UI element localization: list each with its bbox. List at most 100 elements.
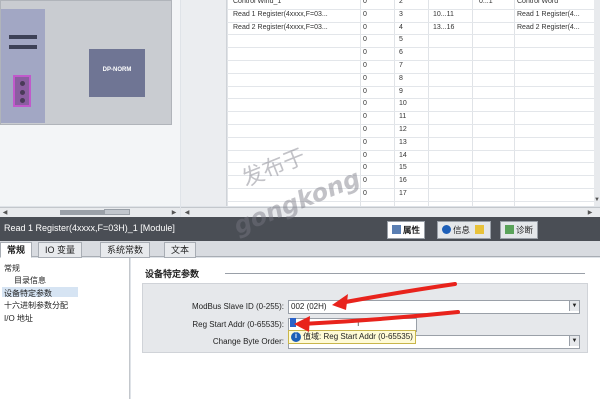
table-cell: 0 [363,177,367,185]
table-cell [517,137,597,150]
table-cell: Read 2 Register(4... [517,23,580,31]
table-row[interactable]: 0 10 [227,98,600,113]
table-cell [517,86,597,99]
tab-info[interactable]: 信息 [437,221,492,239]
table-row[interactable]: 0 13 [227,137,600,151]
diagnostics-icon [505,225,514,234]
table-cell [479,150,515,163]
subtab-io-vars[interactable]: IO 变量 [38,242,83,258]
ibeam-cursor-icon: I [357,318,360,328]
properties-icon [392,225,401,234]
scroll-left-icon[interactable]: ◀ [183,209,191,217]
table-row[interactable]: 0 12 [227,124,600,138]
nav-item-hex-params[interactable]: 十六进制参数分配 [4,300,68,311]
slave-id-label: ModBus Slave ID (0-255): [191,302,284,311]
section-divider [225,273,585,274]
scroll-left-icon[interactable]: ◀ [1,209,9,217]
table-cell [433,47,473,60]
scroll-right-icon[interactable]: ▶ [170,209,178,217]
table-cell [517,34,597,47]
nav-item-device-params[interactable]: 设备特定参数 [4,288,52,299]
module-slot-bar [9,35,37,39]
slave-id-dropdown[interactable]: 002 (02H) ▼ [288,300,580,314]
table-cell [433,60,473,73]
table-row[interactable]: 07 [227,60,600,74]
table-cell: 10 [399,100,407,108]
table-cell: 0 [363,100,367,108]
table-row[interactable]: 0 16 [227,175,600,189]
table-cell [479,86,515,99]
chevron-down-icon[interactable]: ▼ [569,336,579,346]
nav-item-catalog-info[interactable]: 目录信息 [14,275,46,286]
table-row[interactable]: 09 [227,86,600,100]
table-cell [517,111,597,124]
reg-start-label: Reg Start Addr (0-65535): [192,320,284,329]
table-row[interactable]: 0 11 [227,111,600,125]
table-cell: 0 [363,151,367,159]
table-cell [479,34,515,47]
table-row[interactable]: 05 [227,34,600,49]
table-cell [479,47,515,60]
table-row[interactable]: Read 2 Register(4xxxx,F=03... 0 4 13...16 Re… [227,22,600,36]
table-hscroll[interactable]: ◀ ▶ [181,207,600,217]
subtab-text[interactable]: 文本 [164,242,197,258]
table-cell [517,162,597,175]
table-cell: 0 [363,36,367,44]
nav-item-io-address[interactable]: I/O 地址 [4,313,33,324]
table-cell: Read 1 Register(4xxxx,F=03... [233,10,328,18]
input-tooltip: i 值域: Reg Start Addr (0-65535) [288,330,416,344]
table-cell [479,162,515,175]
module-slot-bar [9,45,37,49]
nav-item-general[interactable]: 常规 [4,263,20,274]
dp-connector[interactable] [13,75,31,107]
tab-properties[interactable]: 属性 [387,221,426,239]
text-cursor [290,318,296,327]
table-cell [517,175,597,188]
table-cell [233,47,357,60]
subtab-general[interactable]: 常规 [0,242,33,258]
subtab-system-constants[interactable]: 系统常数 [100,242,151,258]
table-cell: 0 [363,74,367,82]
table-row[interactable]: Read 1 Register(4xxxx,F=03... 0 3 10...11 Re… [227,9,600,23]
table-cell: 13 [399,138,407,146]
table-row-header [181,0,227,206]
device-rack[interactable]: DP-NORM [0,0,172,125]
module-label: DP-NORM [102,67,132,73]
scroll-right-icon[interactable]: ▶ [586,209,594,217]
table-cell [233,137,357,150]
table-cell [517,60,597,73]
tab-properties-label: 属性 [403,225,421,235]
table-cell [517,188,597,201]
table-row[interactable]: 0 17 [227,188,600,202]
table-cell: 13...16 [433,23,455,31]
table-cell [233,34,357,47]
tab-diagnostics[interactable]: 诊断 [500,221,539,239]
table-cell [479,188,515,201]
table-cell [479,73,515,86]
zoom-slider[interactable] [104,209,130,215]
table-cell [479,124,515,137]
table-row[interactable]: 06 [227,47,600,61]
table-cell [233,111,357,124]
dp-norm-module[interactable]: DP-NORM [89,49,145,97]
table-cell: Control Wind_1 [233,0,282,5]
table-cell: 0 [363,87,367,95]
table-cell [233,150,357,163]
table-row[interactable]: 0 15 [227,162,600,177]
table-cell [479,175,515,188]
table-vscroll[interactable]: ▼ [594,0,600,206]
table-cell: 0 [363,0,367,5]
table-cell [517,47,597,60]
table-cell: 12 [399,126,407,133]
table-cell [233,98,357,111]
table-cell: 5 [399,36,403,44]
table-row[interactable]: 0 14 [227,150,600,164]
chevron-down-icon[interactable]: ▼ [569,301,579,311]
scroll-down-icon[interactable]: ▼ [593,196,600,204]
table-row[interactable]: 08 [227,73,600,87]
table-cell: 0 [363,23,367,31]
table-cell [433,98,473,111]
module-title: Read 1 Register(4xxxx,F=03H)_1 [Module] [4,223,175,233]
table-cell: 3 [399,10,403,18]
table-cell [433,73,473,86]
